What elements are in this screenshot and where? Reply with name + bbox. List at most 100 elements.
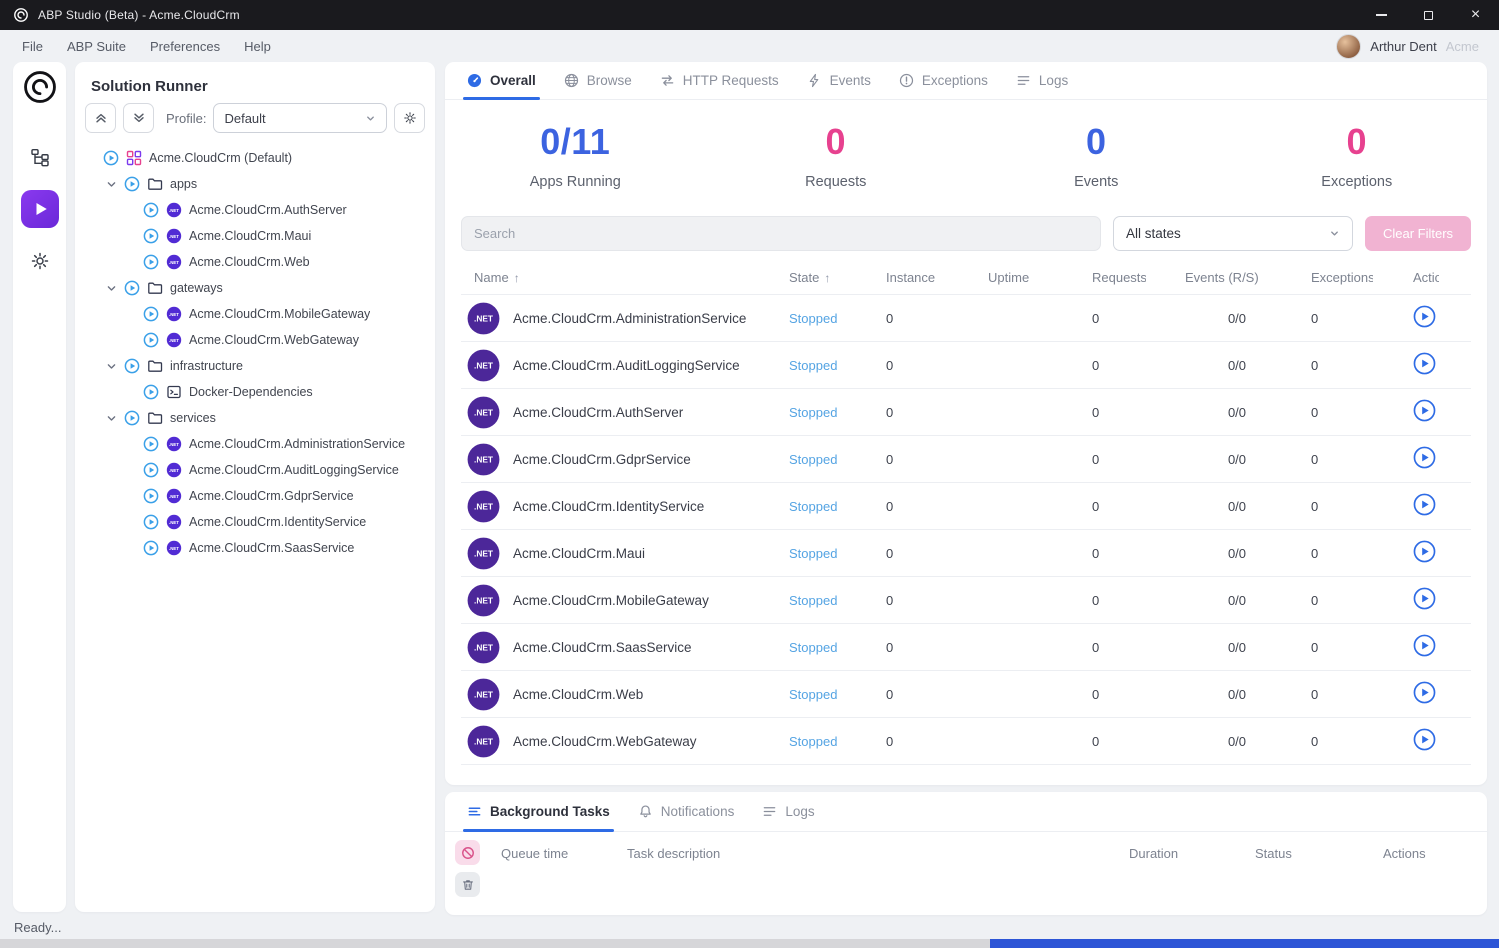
chevron-down-icon [106, 413, 117, 424]
state-cell: Stopped [789, 405, 886, 420]
tree-item-acme-cloudcrm-saasservice[interactable]: .NETAcme.CloudCrm.SaasService [75, 535, 435, 561]
tree-item-label: Acme.CloudCrm.MobileGateway [189, 307, 370, 321]
exceptions-cell: 0 [1311, 311, 1413, 326]
cancel-tasks-button[interactable] [455, 840, 480, 865]
settings-button[interactable] [21, 242, 59, 280]
search-input[interactable] [461, 216, 1101, 251]
exceptions-cell: 0 [1311, 546, 1413, 561]
actions-cell [1413, 446, 1471, 472]
start-app-button[interactable] [1413, 305, 1436, 328]
start-app-button[interactable] [1413, 446, 1436, 469]
gauge-icon [467, 73, 482, 88]
instance-cell: 0 [886, 734, 988, 749]
tab-exceptions[interactable]: Exceptions [885, 62, 1002, 99]
tree-item-acme-cloudcrm-web[interactable]: .NETAcme.CloudCrm.Web [75, 249, 435, 275]
start-app-button[interactable] [1413, 399, 1436, 422]
tab-events[interactable]: Events [793, 62, 885, 99]
column-header-events-r-s[interactable]: Events (R/S) [1185, 270, 1311, 285]
tree-item-acme-cloudcrm-auditloggingservice[interactable]: .NETAcme.CloudCrm.AuditLoggingService [75, 457, 435, 483]
tree-item-infrastructure[interactable]: infrastructure [75, 353, 435, 379]
tree-item-services[interactable]: services [75, 405, 435, 431]
maximize-button[interactable] [1405, 0, 1452, 30]
column-header-exceptions[interactable]: Exceptions [1311, 270, 1413, 285]
tree-item-gateways[interactable]: gateways [75, 275, 435, 301]
app-name-cell: .NETAcme.CloudCrm.SaasService [461, 631, 789, 664]
solution-runner-button[interactable] [21, 190, 59, 228]
requests-cell: 0 [1092, 734, 1185, 749]
state-filter-select[interactable]: All states [1113, 216, 1353, 251]
actions-cell [1413, 540, 1471, 566]
tree-item-acme-cloudcrm-maui[interactable]: .NETAcme.CloudCrm.Maui [75, 223, 435, 249]
exceptions-cell: 0 [1311, 734, 1413, 749]
start-app-button[interactable] [1413, 352, 1436, 375]
dotnet-icon: .NET [166, 514, 182, 530]
start-app-button[interactable] [1413, 728, 1436, 751]
app-name: Acme.CloudCrm.AdministrationService [513, 311, 746, 326]
tab-browse[interactable]: Browse [550, 62, 646, 99]
column-header-state[interactable]: State↑ [789, 270, 886, 285]
tree-item-acme-cloudcrm-default[interactable]: Acme.CloudCrm (Default) [75, 145, 435, 171]
tab-label: Exceptions [922, 73, 988, 88]
taskbar-fragment-gray [0, 939, 990, 948]
tasks-header: Queue timeTask descriptionDurationStatus… [501, 840, 1471, 897]
tree-item-docker-dependencies[interactable]: Docker-Dependencies [75, 379, 435, 405]
start-app-button[interactable] [1413, 540, 1436, 563]
tree-item-acme-cloudcrm-webgateway[interactable]: .NETAcme.CloudCrm.WebGateway [75, 327, 435, 353]
close-button[interactable]: × [1452, 0, 1499, 30]
minimize-button[interactable] [1358, 0, 1405, 30]
tree-item-acme-cloudcrm-authserver[interactable]: .NETAcme.CloudCrm.AuthServer [75, 197, 435, 223]
tree-item-label: Acme.CloudCrm.Maui [189, 229, 311, 243]
app-name: Acme.CloudCrm.WebGateway [513, 734, 697, 749]
column-header-actions[interactable]: Actions [1413, 270, 1471, 285]
abp-logo-icon [23, 70, 57, 104]
run-icon [143, 436, 159, 452]
dotnet-icon: .NET [467, 725, 500, 758]
clear-tasks-button[interactable] [455, 872, 480, 897]
instance-cell: 0 [886, 499, 988, 514]
menu-item-file[interactable]: File [10, 39, 55, 54]
stat-label: Apps Running [445, 174, 706, 190]
tab-label: Browse [587, 73, 632, 88]
column-header-name[interactable]: Name↑ [461, 270, 789, 285]
tree-item-label: Acme.CloudCrm (Default) [149, 151, 292, 165]
dotnet-icon: .NET [467, 537, 500, 570]
tree-item-acme-cloudcrm-mobilegateway[interactable]: .NETAcme.CloudCrm.MobileGateway [75, 301, 435, 327]
tree-item-apps[interactable]: apps [75, 171, 435, 197]
rail-items [21, 138, 59, 280]
profile-label: Profile: [166, 111, 206, 126]
solution-explorer-button[interactable] [21, 138, 59, 176]
start-app-button[interactable] [1413, 681, 1436, 704]
tree-item-acme-cloudcrm-identityservice[interactable]: .NETAcme.CloudCrm.IdentityService [75, 509, 435, 535]
app-name: Acme.CloudCrm.GdprService [513, 452, 691, 467]
collapse-all-button[interactable] [85, 103, 116, 133]
profile-settings-button[interactable] [394, 103, 425, 133]
task-column-status: Status [1255, 846, 1383, 861]
tab-logs[interactable]: Logs [748, 792, 828, 831]
requests-cell: 0 [1092, 546, 1185, 561]
tab-background-tasks[interactable]: Background Tasks [453, 792, 624, 831]
expand-all-button[interactable] [123, 103, 154, 133]
task-column-duration: Duration [1129, 846, 1255, 861]
tab-notifications[interactable]: Notifications [624, 792, 749, 831]
filter-row: All states Clear Filters [445, 190, 1487, 251]
menu-item-help[interactable]: Help [232, 39, 283, 54]
column-header-uptime[interactable]: Uptime [988, 270, 1092, 285]
instance-cell: 0 [886, 687, 988, 702]
column-header-instance[interactable]: Instance [886, 270, 988, 285]
menu-item-abp-suite[interactable]: ABP Suite [55, 39, 138, 54]
column-header-requests[interactable]: Requests [1092, 270, 1185, 285]
arrows-icon [660, 73, 675, 88]
tab-overall[interactable]: Overall [453, 62, 550, 99]
playwhite-icon [30, 199, 50, 219]
start-app-button[interactable] [1413, 634, 1436, 657]
tree-item-acme-cloudcrm-administrationservice[interactable]: .NETAcme.CloudCrm.AdministrationService [75, 431, 435, 457]
start-app-button[interactable] [1413, 493, 1436, 516]
tab-logs[interactable]: Logs [1002, 62, 1082, 99]
tree-item-acme-cloudcrm-gdprservice[interactable]: .NETAcme.CloudCrm.GdprService [75, 483, 435, 509]
tab-http-requests[interactable]: HTTP Requests [646, 62, 793, 99]
clear-filters-button[interactable]: Clear Filters [1365, 216, 1471, 251]
avatar[interactable] [1336, 34, 1361, 59]
profile-select[interactable]: Default [213, 103, 387, 133]
start-app-button[interactable] [1413, 587, 1436, 610]
menu-item-preferences[interactable]: Preferences [138, 39, 232, 54]
